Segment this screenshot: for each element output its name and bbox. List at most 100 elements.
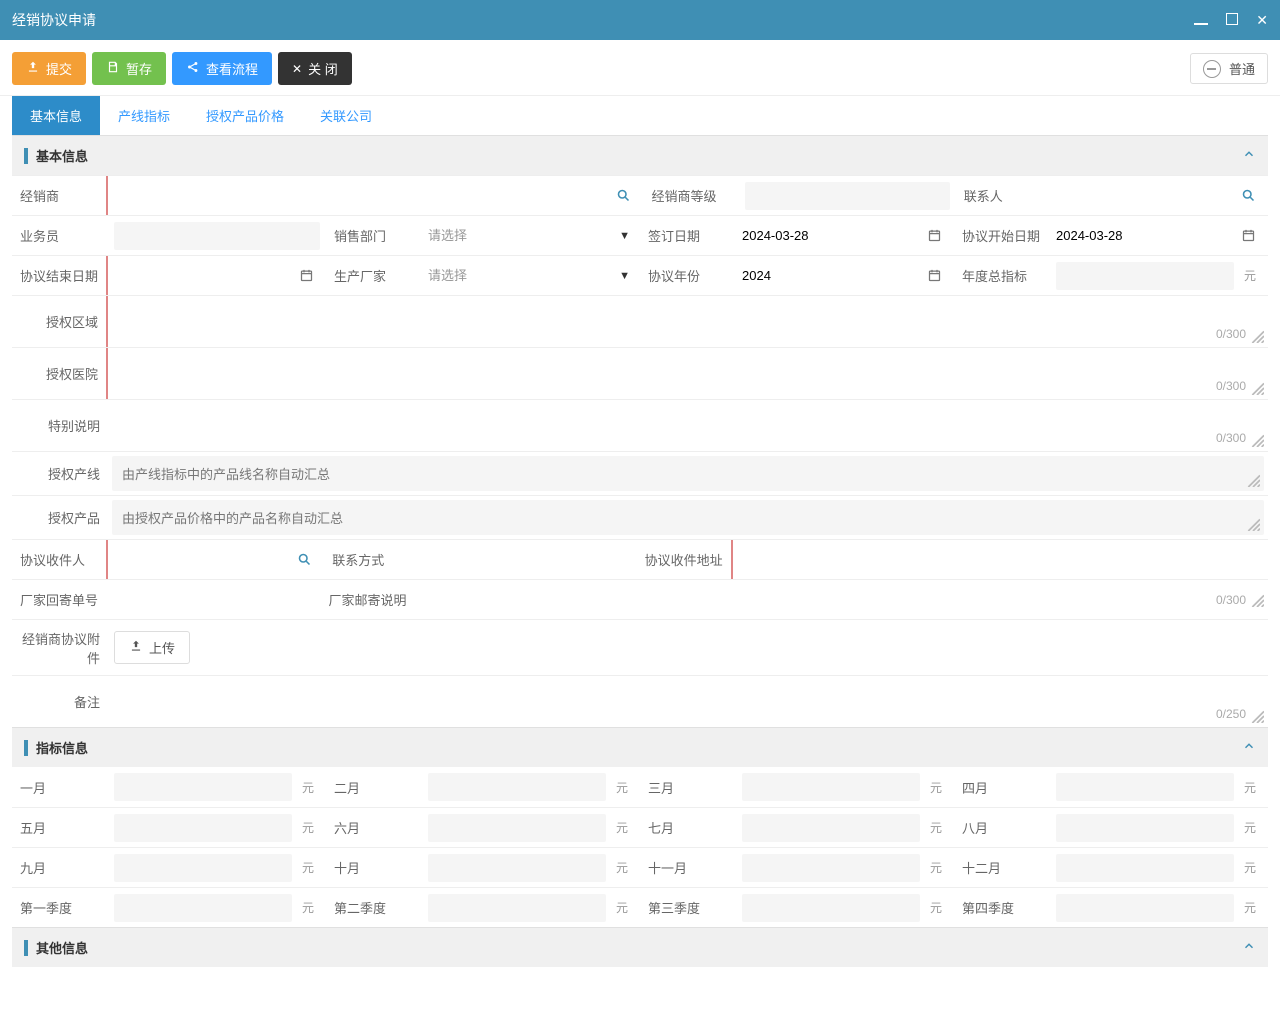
calendar-icon[interactable] [921,228,948,243]
counter: 0/300 [1216,431,1246,445]
maximize-button[interactable] [1226,12,1238,28]
counter: 0/300 [1216,379,1246,393]
return-no-input[interactable] [114,586,314,614]
tab-product-price[interactable]: 授权产品价格 [188,96,302,135]
unit-yuan: 元 [924,899,948,916]
unit-yuan: 元 [296,859,320,876]
contact-input[interactable] [1058,182,1235,210]
dealer-input[interactable] [114,182,610,210]
month-label-1: 二月 [326,767,422,807]
titlebar: 经销协议申请 ✕ [0,0,1280,40]
calendar-icon[interactable] [921,268,948,283]
quarter-label-3: 第四季度 [954,888,1050,927]
month-field-0 [114,814,292,842]
month-label-0: 五月 [12,808,108,847]
close-button[interactable]: 关 闭 [278,52,352,85]
resize-handle-icon[interactable] [1250,593,1264,607]
annual-total-field [1056,262,1234,290]
section-quota-title: 指标信息 [36,738,1242,757]
month-field-1 [428,814,606,842]
resize-handle-icon[interactable] [1250,709,1264,723]
unit-yuan: 元 [296,899,320,916]
quarter-field-2 [742,894,920,922]
quarter-field-1 [428,894,606,922]
save-label: 暂存 [126,59,152,78]
tab-related-company[interactable]: 关联公司 [302,96,390,135]
section-quota-header[interactable]: 指标信息 [12,727,1268,767]
calendar-icon[interactable] [1235,228,1262,243]
label-contact: 联系人 [956,176,1052,215]
sign-date-input[interactable] [742,222,921,250]
view-flow-button[interactable]: 查看流程 [172,52,272,85]
end-date-input[interactable] [114,262,293,290]
quarter-field-3 [1056,894,1234,922]
month-field-2 [742,773,920,801]
label-salesman: 业务员 [12,216,108,255]
label-mail-note: 厂家邮寄说明 [320,580,416,619]
month-field-3 [1056,814,1234,842]
unit-yuan: 元 [924,819,948,836]
close-icon [292,61,302,76]
window-title: 经销协议申请 [12,10,1194,30]
month-label-1: 十月 [326,848,422,887]
priority-icon [1203,60,1221,78]
auth-product-field: 由授权产品价格中的产品名称自动汇总 [112,500,1264,535]
resize-handle-icon[interactable] [1250,433,1264,447]
month-label-0: 一月 [12,767,108,807]
start-date-input[interactable] [1056,222,1235,250]
label-auth-region: 授权区域 [12,296,108,347]
label-sales-dept: 销售部门 [326,216,422,255]
remark-textarea[interactable] [114,680,1262,720]
submit-button[interactable]: 提交 [12,52,86,85]
label-return-no: 厂家回寄单号 [12,580,108,619]
resize-handle-icon [1246,517,1260,531]
tab-line-quota[interactable]: 产线指标 [100,96,188,135]
upload-icon [129,639,143,656]
month-label-3: 十二月 [954,848,1050,887]
label-recipient: 协议收件人 [12,540,108,579]
manufacturer-select[interactable]: 请选择 [428,262,634,290]
unit-yuan: 元 [296,819,320,836]
unit-yuan: 元 [1238,859,1262,876]
unit-yuan: 元 [1238,267,1262,284]
priority-indicator[interactable]: 普通 [1190,53,1268,84]
mail-note-input[interactable] [422,586,1262,614]
chevron-up-icon [1242,939,1256,956]
section-other-title: 其他信息 [36,938,1242,957]
minimize-button[interactable] [1194,12,1208,28]
unit-yuan: 元 [924,779,948,796]
resize-handle-icon[interactable] [1250,381,1264,395]
save-button[interactable]: 暂存 [92,52,166,85]
section-basic-header[interactable]: 基本信息 [12,135,1268,175]
label-auth-line: 授权产线 [12,452,108,495]
unit-yuan: 元 [924,859,948,876]
month-label-3: 四月 [954,767,1050,807]
month-label-1: 六月 [326,808,422,847]
counter: 0/300 [1216,593,1246,607]
section-other-header[interactable]: 其他信息 [12,927,1268,967]
upload-button[interactable]: 上传 [114,631,190,664]
chevron-up-icon [1242,739,1256,756]
auth-region-textarea[interactable] [114,300,1262,340]
search-icon[interactable] [610,188,637,203]
special-note-textarea[interactable] [114,404,1262,444]
resize-handle-icon [1246,473,1260,487]
recipient-input[interactable] [114,546,291,574]
month-field-3 [1056,773,1234,801]
search-icon[interactable] [291,552,318,567]
sales-dept-select[interactable]: 请选择 [428,222,634,250]
contact-method-input[interactable] [426,546,630,574]
month-field-2 [742,814,920,842]
month-field-1 [428,854,606,882]
calendar-icon[interactable] [293,268,320,283]
tab-basic[interactable]: 基本信息 [12,96,100,135]
auth-hospital-textarea[interactable] [114,352,1262,392]
toolbar: 提交 暂存 查看流程 关 闭 普通 [0,40,1280,96]
search-icon[interactable] [1235,188,1262,203]
close-label: 关 闭 [308,59,338,78]
resize-handle-icon[interactable] [1250,329,1264,343]
recv-addr-input[interactable] [739,546,1262,574]
agreement-year-input[interactable] [742,262,921,290]
section-basic-title: 基本信息 [36,146,1242,165]
counter: 0/300 [1216,327,1246,341]
